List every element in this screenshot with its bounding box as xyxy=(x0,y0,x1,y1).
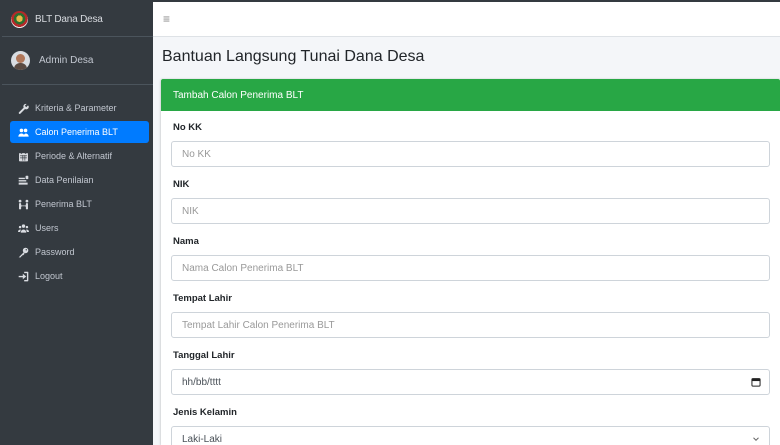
users-icon xyxy=(18,127,29,138)
tanggal-lahir-input[interactable]: hh/bb/tttt xyxy=(171,369,770,395)
page-title: Bantuan Langsung Tunai Dana Desa xyxy=(162,48,425,65)
no-kk-label: No KK xyxy=(173,122,203,133)
sidebar-item-calon-penerima[interactable]: Calon Penerima BLT xyxy=(10,121,149,143)
field-no-kk: No KK No KK xyxy=(171,119,770,167)
jenis-kelamin-value: Laki-Laki xyxy=(182,433,223,445)
menu-toggle-icon[interactable]: ≡ xyxy=(163,12,170,26)
tempat-lahir-label: Tempat Lahir xyxy=(173,293,232,304)
field-nik: NIK NIK xyxy=(171,176,770,224)
nama-label: Nama xyxy=(173,236,199,247)
sidebar-item-logout[interactable]: Logout xyxy=(10,265,149,287)
user-name: Admin Desa xyxy=(39,55,94,66)
sidebar-item-label: Logout xyxy=(35,271,63,281)
avatar xyxy=(11,51,30,70)
sidebar-item-periode[interactable]: Periode & Alternatif xyxy=(10,145,149,167)
nik-label: NIK xyxy=(173,179,190,190)
brand-link[interactable]: BLT Dana Desa xyxy=(2,2,153,37)
sidebar-item-label: Users xyxy=(35,223,59,233)
brand-title: BLT Dana Desa xyxy=(35,13,103,25)
sidebar-item-label: Penerima BLT xyxy=(35,199,92,209)
sidebar-item-label: Calon Penerima BLT xyxy=(35,127,118,137)
nama-input[interactable]: Nama Calon Penerima BLT xyxy=(171,255,770,281)
sidebar-item-label: Password xyxy=(35,247,75,257)
sidebar-item-users[interactable]: Users xyxy=(10,217,149,239)
user-group-icon xyxy=(18,223,29,234)
sidebar-item-label: Data Penilaian xyxy=(35,175,94,185)
sidebar: BLT Dana Desa Admin Desa Kriteria & Para… xyxy=(2,2,153,445)
sidebar-item-penerima-blt[interactable]: Penerima BLT xyxy=(10,193,149,215)
main-content: ≡ Bantuan Langsung Tunai Dana Desa Tamba… xyxy=(153,2,780,445)
calendar-picker-icon[interactable] xyxy=(751,377,761,387)
nik-input[interactable]: NIK xyxy=(171,198,770,224)
field-tempat-lahir: Tempat Lahir Tempat Lahir Calon Penerima… xyxy=(171,290,770,338)
people-arrows-icon xyxy=(18,199,29,210)
no-kk-input[interactable]: No KK xyxy=(171,141,770,167)
field-nama: Nama Nama Calon Penerima BLT xyxy=(171,233,770,281)
app-frame: BLT Dana Desa Admin Desa Kriteria & Para… xyxy=(2,2,780,445)
jenis-kelamin-select[interactable]: Laki-Laki xyxy=(171,426,770,445)
field-tanggal-lahir: Tanggal Lahir hh/bb/tttt xyxy=(171,347,770,395)
key-icon xyxy=(18,247,29,258)
jenis-kelamin-label: Jenis Kelamin xyxy=(173,407,237,418)
sidebar-nav: Kriteria & Parameter Calon Penerima BLT … xyxy=(2,85,153,287)
calendar-icon xyxy=(18,151,29,162)
sidebar-item-kriteria[interactable]: Kriteria & Parameter xyxy=(10,97,149,119)
field-jenis-kelamin: Jenis Kelamin Laki-Laki xyxy=(171,404,770,445)
tanggal-lahir-label: Tanggal Lahir xyxy=(173,350,235,361)
user-panel[interactable]: Admin Desa xyxy=(2,37,153,85)
sidebar-item-label: Kriteria & Parameter xyxy=(35,103,117,113)
clipboard-icon xyxy=(18,175,29,186)
sidebar-item-data-penilaian[interactable]: Data Penilaian xyxy=(10,169,149,191)
brand-logo xyxy=(11,10,28,28)
wrench-icon xyxy=(18,103,29,114)
card-body: No KK No KK NIK NIK Nama Nama Calon Pene… xyxy=(161,111,780,445)
card-header: Tambah Calon Penerima BLT xyxy=(161,79,780,111)
sidebar-item-label: Periode & Alternatif xyxy=(35,151,113,161)
sidebar-item-password[interactable]: Password xyxy=(10,241,149,263)
top-navbar: ≡ xyxy=(153,2,780,37)
form-card: Tambah Calon Penerima BLT No KK No KK NI… xyxy=(161,79,780,445)
tempat-lahir-input[interactable]: Tempat Lahir Calon Penerima BLT xyxy=(171,312,770,338)
chevron-down-icon xyxy=(751,434,761,444)
logout-icon xyxy=(18,271,29,282)
tanggal-lahir-value: hh/bb/tttt xyxy=(182,376,221,388)
